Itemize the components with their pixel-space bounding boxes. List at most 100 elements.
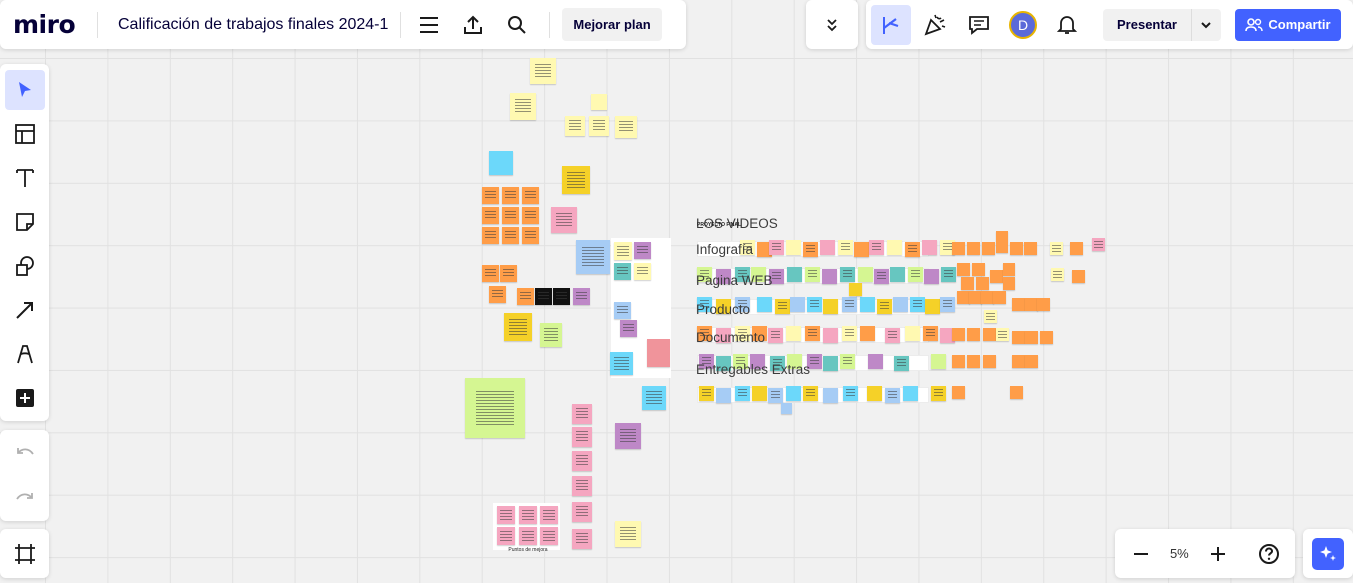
sticky-note[interactable]	[553, 288, 570, 305]
notifications-button[interactable]	[1045, 5, 1089, 45]
sticky-note[interactable]	[1040, 331, 1053, 344]
text-tool[interactable]	[5, 158, 45, 198]
sticky-note[interactable]	[905, 326, 920, 341]
sticky-note[interactable]	[1092, 238, 1105, 251]
sticky-note[interactable]	[510, 93, 536, 120]
shapes-tool[interactable]	[5, 246, 45, 286]
ai-assist-button[interactable]	[1312, 537, 1344, 570]
sticky-note[interactable]	[465, 378, 525, 438]
sticky-note[interactable]	[1025, 355, 1038, 368]
sticky-note[interactable]	[860, 297, 875, 312]
sticky-note[interactable]	[786, 240, 801, 255]
sticky-note[interactable]	[614, 263, 631, 280]
sticky-note[interactable]	[699, 386, 714, 401]
sticky-note[interactable]	[838, 240, 853, 255]
undo-button[interactable]	[5, 433, 45, 473]
sticky-note[interactable]	[803, 386, 818, 401]
present-dropdown-button[interactable]	[1190, 8, 1221, 41]
search-button[interactable]	[495, 5, 539, 45]
sticky-note[interactable]	[768, 388, 783, 403]
frames-button[interactable]	[0, 529, 49, 578]
sticky-note[interactable]	[976, 277, 989, 290]
sticky-note[interactable]	[940, 297, 955, 312]
sticky-note[interactable]	[1050, 242, 1063, 255]
share-button[interactable]: Compartir	[1234, 8, 1341, 41]
sticky-note[interactable]	[868, 354, 883, 369]
sticky-note[interactable]	[589, 116, 609, 136]
sticky-note[interactable]	[572, 476, 592, 496]
sticky-note[interactable]	[502, 187, 519, 204]
sticky-note[interactable]	[952, 386, 965, 399]
reactions-button[interactable]	[871, 4, 911, 45]
sticky-note[interactable]	[993, 291, 1006, 304]
sticky-note[interactable]	[500, 265, 517, 282]
sticky-note[interactable]	[769, 240, 784, 255]
sticky-note[interactable]	[562, 166, 590, 194]
sticky-note[interactable]	[530, 58, 556, 84]
sticky-note[interactable]	[952, 242, 965, 255]
sticky-note[interactable]	[972, 263, 985, 276]
sticky-note[interactable]	[519, 527, 537, 545]
sticky-note[interactable]	[535, 288, 552, 305]
sticky-note[interactable]	[572, 427, 592, 447]
miro-logo[interactable]: miro	[13, 10, 83, 39]
sticky-note-tool[interactable]	[5, 202, 45, 242]
sticky-note[interactable]	[924, 269, 939, 284]
sticky-note[interactable]	[807, 297, 822, 312]
sticky-note[interactable]	[1024, 242, 1037, 255]
pen-tool[interactable]	[5, 334, 45, 374]
sticky-note[interactable]	[781, 403, 792, 414]
sticky-note[interactable]	[572, 529, 592, 549]
sticky-note[interactable]	[497, 506, 515, 524]
templates-tool[interactable]	[5, 114, 45, 154]
sticky-note[interactable]	[540, 527, 558, 545]
sticky-note[interactable]	[931, 386, 946, 401]
sticky-note[interactable]	[522, 227, 539, 244]
sticky-note[interactable]	[867, 386, 882, 401]
sticky-note[interactable]	[849, 283, 862, 296]
sticky-note[interactable]	[805, 267, 820, 282]
sticky-note[interactable]	[1003, 263, 1015, 276]
sticky-note[interactable]	[961, 277, 974, 290]
sticky-note[interactable]	[874, 269, 889, 284]
sticky-note[interactable]	[573, 288, 590, 305]
sticky-note[interactable]	[823, 299, 838, 314]
sticky-note[interactable]	[522, 207, 539, 224]
sticky-note[interactable]	[1025, 331, 1038, 344]
sticky-note[interactable]	[572, 451, 592, 471]
sticky-note[interactable]	[786, 326, 801, 341]
collapse-toolbar-button[interactable]	[806, 0, 858, 49]
sticky-note[interactable]	[1051, 268, 1064, 281]
sticky-note[interactable]	[1037, 298, 1050, 311]
sticky-note[interactable]	[842, 297, 857, 312]
sticky-note[interactable]	[1012, 331, 1025, 344]
sticky-note[interactable]	[923, 326, 938, 341]
sticky-note[interactable]	[967, 355, 980, 368]
sticky-note[interactable]	[497, 527, 515, 545]
sticky-note[interactable]	[877, 299, 892, 314]
sticky-note[interactable]	[634, 242, 651, 259]
sticky-note[interactable]	[822, 269, 837, 284]
sticky-note[interactable]	[482, 265, 499, 282]
celebrate-button[interactable]	[913, 5, 957, 45]
sticky-note[interactable]	[735, 386, 750, 401]
zoom-in-button[interactable]	[1196, 534, 1240, 574]
board-canvas[interactable]	[0, 0, 1353, 583]
sticky-note[interactable]	[565, 116, 585, 136]
sticky-note[interactable]	[925, 299, 940, 314]
sticky-note[interactable]	[775, 299, 790, 314]
avatar-button[interactable]: D	[1001, 5, 1045, 45]
sticky-note[interactable]	[869, 240, 884, 255]
sticky-note[interactable]	[982, 242, 995, 255]
sticky-note[interactable]	[1012, 298, 1025, 311]
sticky-note[interactable]	[716, 388, 731, 403]
sticky-note[interactable]	[983, 355, 996, 368]
sticky-note[interactable]	[1012, 355, 1025, 368]
sticky-note[interactable]	[1070, 242, 1083, 255]
sticky-note[interactable]	[996, 328, 1009, 341]
sticky-note[interactable]	[941, 267, 956, 282]
sticky-note[interactable]	[910, 297, 925, 312]
more-tools[interactable]	[5, 378, 45, 418]
sticky-note[interactable]	[823, 388, 838, 403]
sticky-note[interactable]	[903, 386, 918, 401]
